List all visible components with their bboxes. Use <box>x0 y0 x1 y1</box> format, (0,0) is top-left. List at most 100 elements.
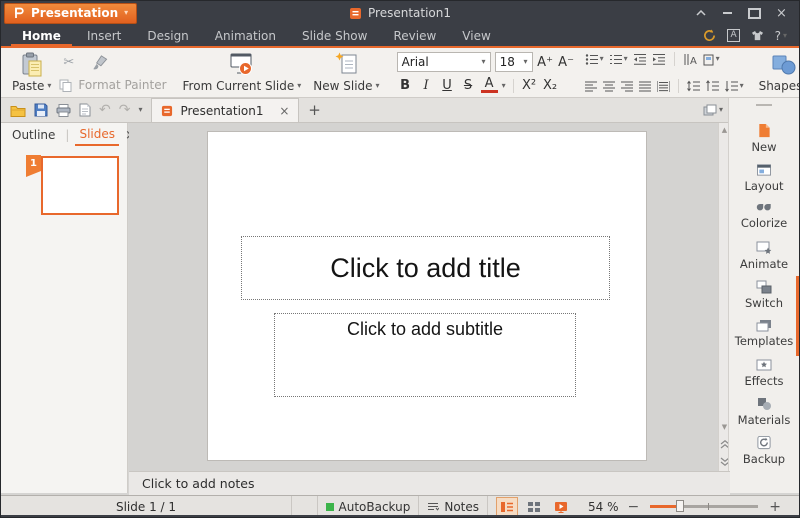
effects-icon <box>756 358 772 372</box>
autobackup-status[interactable]: AutoBackup <box>317 496 419 517</box>
normal-view-button[interactable] <box>496 497 518 516</box>
menu-tab-insert[interactable]: Insert <box>74 25 134 46</box>
cut-icon[interactable]: ✂ <box>63 55 74 70</box>
align-distributed-button[interactable] <box>657 81 670 92</box>
slides-panel: Outline | Slides × 1 <box>1 123 128 493</box>
sidebar-collapse-handle[interactable] <box>729 98 799 112</box>
new-tab-button[interactable]: + <box>299 98 329 122</box>
zoom-slider-tick <box>708 503 709 510</box>
font-color-button[interactable]: A <box>481 78 498 93</box>
spellcheck-icon[interactable]: A <box>727 29 739 42</box>
menu-tab-animation[interactable]: Animation <box>202 25 289 46</box>
sidebar-item-layout[interactable]: Layout <box>729 158 799 197</box>
notes-area[interactable]: Click to add notes <box>129 471 730 495</box>
menu-tab-review[interactable]: Review <box>380 25 449 46</box>
font-size-select[interactable]: 18▾ <box>495 52 533 72</box>
slide-thumbnail[interactable] <box>41 156 119 215</box>
paragraph-spacing-decrease-button[interactable]: ▾ <box>725 80 744 92</box>
decrease-font-button[interactable]: A⁻ <box>558 55 575 70</box>
menu-tab-home[interactable]: Home <box>9 25 74 46</box>
maximize-button[interactable] <box>741 2 768 24</box>
align-left-button[interactable] <box>585 81 598 92</box>
document-tab[interactable]: Presentation1 × <box>151 98 299 122</box>
shade-window-button[interactable] <box>687 2 714 24</box>
zoom-in-button[interactable]: + <box>765 499 785 515</box>
increase-font-button[interactable]: A⁺ <box>537 55 554 70</box>
task-sidebar: New Layout Colorize Animate <box>728 98 799 493</box>
tab-slides[interactable]: Slides <box>75 124 119 146</box>
panel-tab-separator: | <box>65 128 69 142</box>
skin-icon[interactable] <box>751 30 764 41</box>
sidebar-item-materials[interactable]: Materials <box>729 392 799 431</box>
text-orientation-caret-icon: ▾ <box>716 55 720 63</box>
open-file-icon[interactable] <box>10 104 26 117</box>
slide-sorter-view-button[interactable] <box>523 497 545 516</box>
superscript-button[interactable]: X² <box>521 78 538 93</box>
title-placeholder[interactable]: Click to add title <box>241 236 610 300</box>
paragraph-spacing-increase-button[interactable] <box>706 80 720 92</box>
upgrade-icon[interactable] <box>703 29 716 42</box>
text-direction-button[interactable]: A <box>683 53 698 66</box>
print-preview-icon[interactable] <box>79 103 91 117</box>
undo-icon[interactable]: ↶ <box>99 102 111 118</box>
tab-outline[interactable]: Outline <box>8 125 59 145</box>
app-button-label: Presentation <box>31 6 118 20</box>
close-window-button[interactable]: × <box>768 2 795 24</box>
print-icon[interactable] <box>56 104 71 117</box>
align-justify-button[interactable] <box>639 81 652 92</box>
format-painter-button[interactable]: Format Painter <box>59 78 166 92</box>
align-center-button[interactable] <box>603 81 616 92</box>
sidebar-item-backup[interactable]: Backup <box>729 431 799 470</box>
menu-tab-view[interactable]: View <box>449 25 503 46</box>
sidebar-item-animate[interactable]: Animate <box>729 236 799 275</box>
slideshow-view-button[interactable] <box>550 497 572 516</box>
line-spacing-button[interactable] <box>687 80 701 92</box>
quick-access-caret-icon[interactable]: ▾ <box>138 106 142 114</box>
text-orientation-button[interactable]: ▾ <box>703 53 720 66</box>
numbered-list-caret-icon: ▾ <box>624 55 628 63</box>
bullet-list-button[interactable]: ▾ <box>585 53 604 66</box>
minimize-button[interactable] <box>714 2 741 24</box>
font-name-select[interactable]: Arial▾ <box>397 52 491 72</box>
numbered-list-button[interactable]: ▾ <box>609 53 628 66</box>
zoom-slider-thumb[interactable] <box>676 500 684 512</box>
subtitle-placeholder[interactable]: Click to add subtitle <box>274 313 576 397</box>
shapes-button[interactable]: Shapes▾ <box>753 51 800 94</box>
zoom-out-button[interactable]: − <box>624 499 644 515</box>
new-slide-button[interactable]: New Slide▾ <box>307 51 385 94</box>
align-right-button[interactable] <box>621 81 634 92</box>
from-current-slide-button[interactable]: From Current Slide▾ <box>177 51 308 94</box>
paste-button[interactable]: Paste▾ <box>6 51 57 94</box>
subscript-button[interactable]: X₂ <box>542 78 559 93</box>
tab-list-button[interactable]: ▾ <box>703 98 730 122</box>
menu-tab-design[interactable]: Design <box>134 25 201 46</box>
decrease-indent-button[interactable] <box>633 53 647 66</box>
sidebar-item-switch[interactable]: Switch <box>729 275 799 314</box>
font-color-caret-icon[interactable]: ▾ <box>502 82 506 90</box>
strikethrough-button[interactable]: S <box>460 78 477 93</box>
sidebar-item-colorize[interactable]: Colorize <box>729 197 799 236</box>
new-slide-icon <box>335 52 358 76</box>
app-menu-button[interactable]: Presentation ▾ <box>4 3 137 24</box>
sidebar-item-templates[interactable]: Templates <box>729 314 799 353</box>
notes-toggle[interactable]: Notes <box>418 496 487 517</box>
help-button[interactable]: ?▾ <box>775 29 787 43</box>
underline-button[interactable]: U <box>439 78 456 93</box>
sidebar-scrollbar-thumb[interactable] <box>796 276 799 356</box>
sidebar-item-new[interactable]: New <box>729 119 799 158</box>
increase-indent-button[interactable] <box>652 53 666 66</box>
zoom-slider[interactable] <box>650 505 758 508</box>
menu-tab-slide-show[interactable]: Slide Show <box>289 25 380 46</box>
slide-editing-area[interactable]: Click to add title Click to add subtitle <box>208 132 646 460</box>
notes-icon <box>427 502 439 511</box>
statusbar: Slide 1 / 1 AutoBackup Notes 54 % − <box>1 495 799 517</box>
sidebar-item-effects[interactable]: Effects <box>729 353 799 392</box>
italic-button[interactable]: I <box>418 78 435 93</box>
close-tab-icon[interactable]: × <box>279 104 289 118</box>
panel-tabs: Outline | Slides × <box>1 123 127 147</box>
copy-icon[interactable] <box>59 79 72 92</box>
save-icon[interactable] <box>34 103 48 117</box>
redo-icon[interactable]: ↷ <box>119 102 131 118</box>
mini-separator <box>513 79 514 93</box>
bold-button[interactable]: B <box>397 78 414 93</box>
